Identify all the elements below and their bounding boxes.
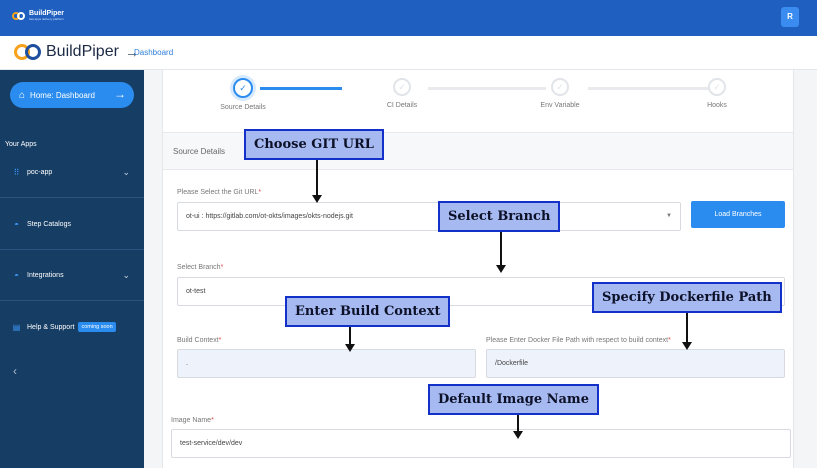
annotation-image-name: Default Image Name xyxy=(428,384,599,415)
coming-soon-badge: coming soon xyxy=(78,322,116,332)
branch-label-text: Select Branch xyxy=(177,264,221,271)
your-apps-heading: Your Apps xyxy=(5,141,37,148)
annotation-arrow-icon xyxy=(496,232,506,273)
annotation-arrow-icon xyxy=(345,327,355,352)
step-label: CI Details xyxy=(386,102,418,109)
step-label: Env Variable xyxy=(540,102,580,109)
user-avatar[interactable]: R xyxy=(781,7,799,27)
branch-value: ot-test xyxy=(186,288,206,295)
dockerfile-path-value: /Dockerfile xyxy=(495,360,529,367)
logo-rings-icon xyxy=(12,11,26,20)
sidebar-item-step-catalogs[interactable]: ◓ Step Catalogs xyxy=(0,200,144,250)
brand-name: BuildPiper xyxy=(46,43,119,60)
page-header: BuildPiper → Dashboard xyxy=(0,36,817,70)
sidebar-item-label: Step Catalogs xyxy=(27,221,71,228)
top-logo[interactable]: BuildPiper fast apps delivery platform xyxy=(12,10,64,21)
basket-icon: ◓ xyxy=(14,271,19,280)
basket-icon: ◓ xyxy=(14,220,19,229)
sidebar-item-integrations[interactable]: ◓ Integrations ⌄ xyxy=(0,251,144,301)
check-icon: ✓ xyxy=(708,78,726,96)
sidebar-item-help-support[interactable]: ▤ Help & Support coming soon xyxy=(0,302,144,352)
required-mark: * xyxy=(211,417,214,424)
grid-icon: ⠿ xyxy=(13,168,20,177)
build-context-label-text: Build Context xyxy=(177,337,219,344)
annotation-dockerfile-path: Specify Dockerfile Path xyxy=(592,282,782,313)
branch-label: Select Branch* xyxy=(177,264,223,271)
load-branches-button[interactable]: Load Branches xyxy=(691,201,785,228)
step-label: Source Details xyxy=(220,104,266,111)
sidebar: ⌂ Home: Dashboard → Your Apps ⠿ poc-app … xyxy=(0,70,144,468)
step-source-details[interactable]: ✓ Source Details xyxy=(183,78,303,111)
git-url-label-text: Please Select the Git URL xyxy=(177,189,259,196)
step-env-variable[interactable]: ✓ Env Variable xyxy=(500,78,620,109)
sidebar-item-label: Integrations xyxy=(27,272,64,279)
check-icon: ✓ xyxy=(233,78,253,98)
build-context-input[interactable]: . xyxy=(177,349,476,378)
git-url-select[interactable]: ot-ui : https://gitlab.com/ot-okts/image… xyxy=(177,202,681,231)
home-dashboard-button[interactable]: ⌂ Home: Dashboard → xyxy=(10,82,134,108)
home-dashboard-label: Home: Dashboard xyxy=(30,90,95,100)
arrow-right-icon: → xyxy=(114,87,126,101)
stepper: ✓ Source Details ✓ CI Details ✓ Env Vari… xyxy=(163,70,793,132)
sidebar-item-poc-app[interactable]: ⠿ poc-app ⌄ xyxy=(0,148,144,198)
image-name-input[interactable]: test-service/dev/dev xyxy=(171,429,791,458)
check-icon: ✓ xyxy=(393,78,411,96)
breadcrumb-dashboard[interactable]: Dashboard xyxy=(134,48,173,57)
image-name-label: Image Name* xyxy=(171,417,214,424)
check-icon: ✓ xyxy=(551,78,569,96)
caret-down-icon: ▼ xyxy=(666,213,672,219)
chevron-down-icon[interactable]: ⌄ xyxy=(122,270,130,281)
dockerfile-path-label: Please Enter Docker File Path with respe… xyxy=(486,337,671,344)
required-mark: * xyxy=(258,189,262,196)
sidebar-item-label: Help & Support xyxy=(27,323,75,331)
required-mark: * xyxy=(668,337,671,344)
annotation-arrow-icon xyxy=(312,160,322,203)
sidebar-item-label: poc-app xyxy=(27,169,53,176)
step-label: Hooks xyxy=(707,102,727,109)
logo-rings-icon xyxy=(14,44,41,60)
annotation-choose-git-url: Choose GIT URL xyxy=(244,129,384,160)
home-icon: ⌂ xyxy=(19,89,26,101)
annotation-select-branch: Select Branch xyxy=(438,201,561,232)
top-bar: BuildPiper fast apps delivery platform R xyxy=(0,0,817,36)
git-url-label: Please Select the Git URL* xyxy=(177,189,261,196)
step-hooks[interactable]: ✓ Hooks xyxy=(657,78,777,109)
dockerfile-path-input[interactable]: /Dockerfile xyxy=(486,349,785,378)
annotation-build-context: Enter Build Context xyxy=(285,296,451,327)
image-name-label-text: Image Name xyxy=(171,417,212,424)
git-url-value: ot-ui : https://gitlab.com/ot-okts/image… xyxy=(186,213,353,220)
step-ci-details[interactable]: ✓ CI Details xyxy=(342,78,462,109)
required-mark: * xyxy=(218,337,222,344)
build-context-label: Build Context* xyxy=(177,337,221,344)
image-name-value: test-service/dev/dev xyxy=(180,440,243,447)
brand-logo[interactable]: BuildPiper → xyxy=(14,43,139,61)
annotation-arrow-icon xyxy=(682,313,692,350)
annotation-arrow-icon xyxy=(513,415,523,439)
top-logo-tagline: fast apps delivery platform xyxy=(29,17,65,21)
document-icon: ▤ xyxy=(12,322,21,332)
build-context-value: . xyxy=(186,360,188,367)
chevron-down-icon[interactable]: ⌄ xyxy=(122,167,130,178)
dockerfile-path-label-text: Please Enter Docker File Path with respe… xyxy=(486,337,669,344)
collapse-sidebar-icon[interactable]: ‹ xyxy=(13,364,17,378)
required-mark: * xyxy=(220,264,224,271)
top-logo-text: BuildPiper xyxy=(29,10,65,17)
